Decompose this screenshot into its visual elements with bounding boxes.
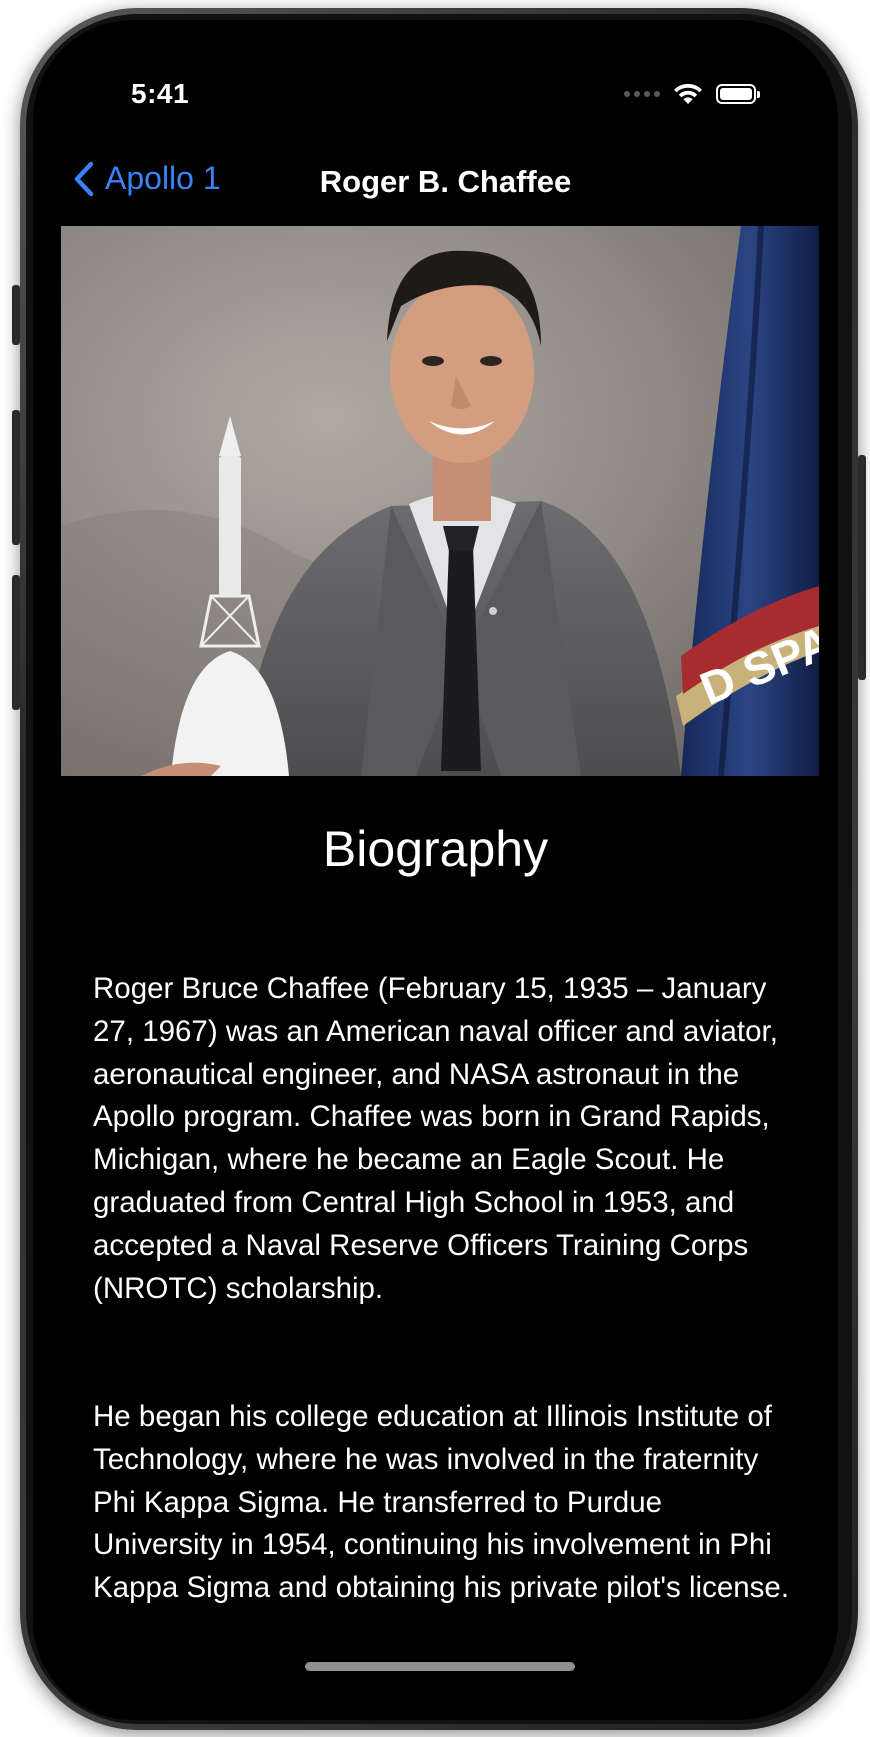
biography-paragraph-2: He began his college education at Illino… <box>93 1400 790 1605</box>
status-indicators <box>624 82 760 106</box>
astronaut-portrait: D SPACE L <box>61 226 819 776</box>
status-time: 5:41 <box>131 78 190 109</box>
battery-icon <box>716 84 760 104</box>
volume-down-button <box>12 575 20 710</box>
power-button <box>858 455 866 680</box>
volume-up-button <box>12 410 20 545</box>
wifi-icon <box>674 83 702 104</box>
screen: 5:41 Apollo 1 Roger B. Chaffee D SPACE B… <box>33 20 838 1720</box>
biography-heading: Biography <box>322 821 549 877</box>
cellular-signal-icon <box>624 91 660 97</box>
page-title: Roger B. Chaffee <box>319 164 572 199</box>
biography-paragraph-1: Roger Bruce Chaffee (February 15, 1935 –… <box>93 972 778 1305</box>
silent-switch <box>12 285 20 345</box>
portrait-image: D SPACE L <box>61 226 819 776</box>
home-indicator[interactable] <box>305 1662 575 1671</box>
navigation-bar: Apollo 1 Roger B. Chaffee <box>33 150 838 210</box>
